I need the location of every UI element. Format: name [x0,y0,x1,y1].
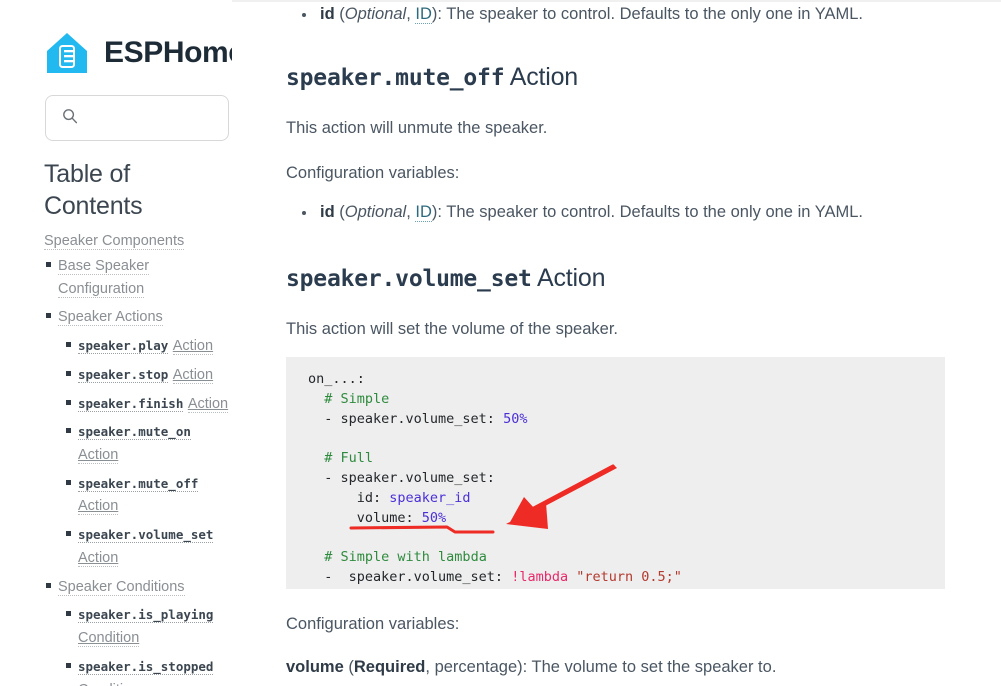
config-variables-label-1: Configuration variables: [286,161,459,187]
list-item: id (Optional, ID): The speaker to contro… [286,200,986,226]
toc-link[interactable]: speaker.volume_set [78,527,213,543]
toc-link[interactable]: speaker.is_playing [78,607,213,623]
brand-name: ESPHome [104,38,232,68]
list-item: id (Optional, ID): The speaker to contro… [286,2,986,28]
paragraph-volume-set: This action will set the volume of the s… [286,317,618,343]
toc-link[interactable]: speaker.mute_off [78,476,198,492]
toc-link[interactable]: speaker.play [78,338,168,354]
config-var-name: volume [286,658,344,676]
config-var-description: The speaker to control. Defaults to the … [446,203,863,221]
paren-close: ): [432,203,446,221]
heading-speaker-volume-set: speaker.volume_set Action [286,264,605,293]
toc-link[interactable]: Speaker Components [44,233,184,250]
code-token-key: - speaker.volume_set: [308,470,495,486]
heading-mono-part: speaker.volume_set [286,266,532,292]
brand[interactable]: ESPHome [44,30,232,76]
config-var-description: The volume to set the speaker to. [532,658,777,676]
heading-suffix: Action [504,63,578,91]
search-icon [46,108,78,129]
heading-speaker-mute-off: speaker.mute_off Action [286,63,578,92]
toc-link-suffix[interactable]: Action [78,550,118,567]
code-token-val: speaker_id [389,490,470,506]
toc-item[interactable]: speaker.mute_on Action [78,421,232,466]
code-token-val: 50% [503,411,527,427]
type-link-id[interactable]: ID [415,5,432,24]
toc-link[interactable]: speaker.mute_on [78,424,191,440]
toc-item[interactable]: speaker.finish Action [78,393,232,416]
toc-link[interactable]: speaker.is_stopped [78,659,213,675]
code-token-key: - speaker.volume_set: [308,411,503,427]
toc-item[interactable]: Speaker Actions [58,306,232,329]
toc-link-suffix[interactable]: Action [78,498,118,515]
code-token-val: 50% [422,510,446,526]
config-var-name: id [320,5,335,23]
paren-close: ): [517,658,531,676]
paren-close: ): [432,5,446,23]
code-token-punct [308,549,324,565]
toc-item[interactable]: speaker.play Action [78,335,232,358]
search-input[interactable] [84,109,214,127]
toc-link-suffix[interactable]: Action [78,447,118,464]
sidebar: ESPHome Table of Contents Speaker Compon… [0,0,232,686]
config-var-requirement: Required [354,658,426,676]
config-var-id-2: id (Optional, ID): The speaker to contro… [320,203,863,222]
toc-item[interactable]: speaker.volume_set Action [78,524,232,569]
config-var-description: The speaker to control. Defaults to the … [446,5,863,23]
toc-item[interactable]: Base Speaker Configuration [58,255,232,300]
code-token-comment: # Full [324,450,373,466]
table-of-contents: Speaker Components Base Speaker Configura… [44,231,232,686]
code-token-tag: !lambda [511,569,568,585]
code-token-key: - speaker.volume_set: [308,569,511,585]
code-token-comment: # Simple with lambda [324,549,487,565]
toc-link-suffix[interactable]: Condition [78,630,139,647]
code-token-punct [308,450,324,466]
toc-link-suffix[interactable]: Action [173,367,213,384]
toc-item[interactable]: Speaker Components [44,231,232,252]
paragraph-mute-off: This action will unmute the speaker. [286,116,547,142]
toc-item[interactable]: speaker.is_playing Condition [78,604,232,649]
toc-title: Table of Contents [44,158,219,222]
config-var-requirement: Optional [345,203,406,221]
config-var-id-1: id (Optional, ID): The speaker to contro… [320,5,863,24]
code-token-comment: # Simple [324,391,389,407]
code-token-key: id: [308,490,389,506]
heading-suffix: Action [532,264,606,292]
config-var-requirement: Optional [345,5,406,23]
heading-mono-part: speaker.mute_off [286,65,504,91]
type-link-id[interactable]: ID [415,203,432,222]
toc-link-suffix[interactable]: Action [173,338,213,355]
code-block-volume-set[interactable]: on_...: # Simple - speaker.volume_set: 5… [286,357,945,589]
toc-item[interactable]: Speaker Conditions [58,576,232,599]
code-token-str: "return 0.5;" [576,569,682,585]
toc-item[interactable]: speaker.stop Action [78,364,232,387]
config-variables-label-2: Configuration variables: [286,612,459,638]
paren-open: ( [335,203,345,221]
toc-link[interactable]: speaker.stop [78,367,168,383]
paren-open: ( [344,658,354,676]
paren-open: ( [335,5,345,23]
toc-link[interactable]: Base Speaker Configuration [58,258,149,298]
toc-link[interactable]: Speaker Actions [58,309,163,326]
search-box[interactable] [45,95,229,141]
toc-link-suffix[interactable]: Action [188,396,228,413]
code-token-punct [308,391,324,407]
toc-link[interactable]: Speaker Conditions [58,579,185,596]
code-block-content: on_...: # Simple - speaker.volume_set: 5… [286,357,945,588]
toc-link[interactable]: speaker.finish [78,396,183,412]
esphome-house-logo-icon [44,30,90,76]
config-var-name: id [320,203,335,221]
config-var-volume: volume (Required, percentage): The volum… [286,655,776,681]
toc-item[interactable]: speaker.mute_off Action [78,473,232,518]
code-token-key: on_...: [308,371,365,387]
code-token-key: volume: [308,510,422,526]
comma: , [425,658,434,676]
config-var-type: percentage [435,658,518,676]
toc-link-suffix[interactable]: Condition [78,682,139,686]
page-root: ESPHome Table of Contents Speaker Compon… [0,0,1001,686]
toc-item[interactable]: speaker.is_stopped Condition [78,656,232,686]
main-content: id (Optional, ID): The speaker to contro… [252,0,1001,686]
